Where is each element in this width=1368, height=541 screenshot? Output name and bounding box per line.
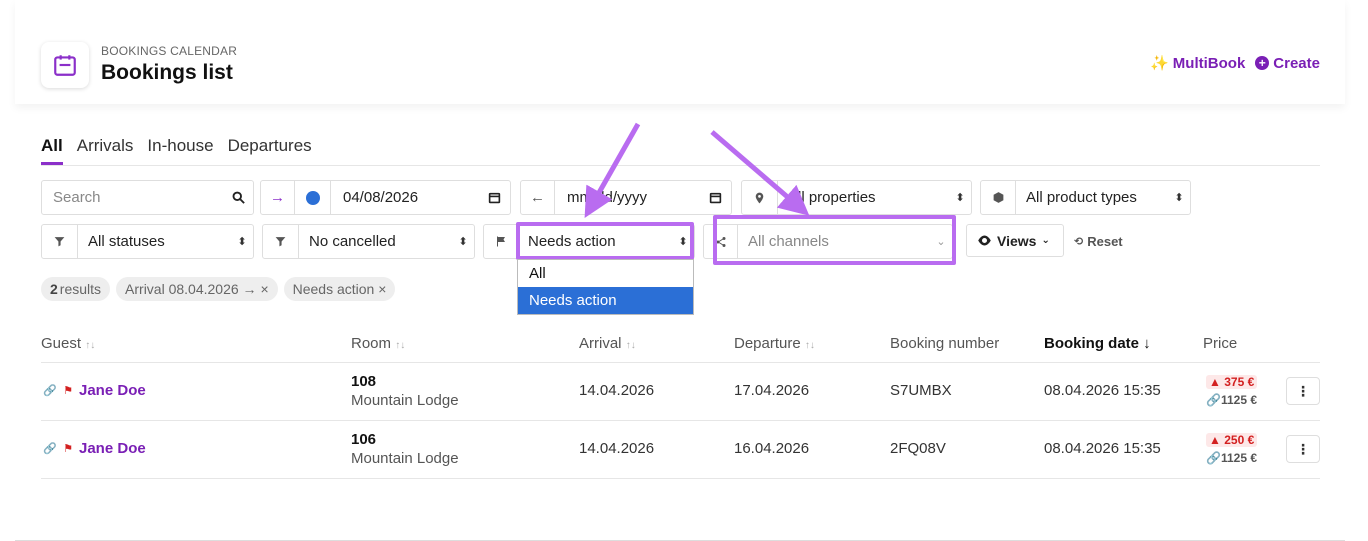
room-name: Mountain Lodge xyxy=(351,392,459,409)
arrow-to-channels xyxy=(710,130,810,216)
results-count-chip: 2 results xyxy=(41,277,111,301)
option-needs-action[interactable]: Needs action xyxy=(518,287,693,314)
guest-name-link[interactable]: Jane Doe xyxy=(79,382,146,399)
price-total: 🔗1125 € xyxy=(1206,451,1257,465)
column-header-room[interactable]: Room ↑↓ xyxy=(351,335,405,352)
arrival-filter-chip[interactable]: Arrival 08.04.2026 → × xyxy=(116,277,278,301)
column-header-price[interactable]: Price xyxy=(1203,335,1237,352)
departure-date: 16.04.2026 xyxy=(734,440,810,457)
row-divider xyxy=(41,478,1320,479)
row-divider xyxy=(41,420,1320,421)
booking-number: 2FQ08V xyxy=(890,440,946,457)
price-total: 🔗1125 € xyxy=(1206,393,1257,407)
flag-icon: ⚑ xyxy=(63,443,73,455)
booking-number: S7UMBX xyxy=(890,382,952,399)
guest-name-link[interactable]: Jane Doe xyxy=(79,440,146,457)
room-name: Mountain Lodge xyxy=(351,450,459,467)
column-header-arrival[interactable]: Arrival ↑↓ xyxy=(579,335,636,352)
departure-date: 17.04.2026 xyxy=(734,382,810,399)
link-icon: 🔗 xyxy=(43,385,57,397)
link-icon: 🔗 xyxy=(43,443,57,455)
flag-icon: ⚑ xyxy=(63,385,73,397)
active-filter-chips: 2 results Arrival 08.04.2026 → × Needs ac… xyxy=(41,277,396,301)
booking-date: 08.04.2026 15:35 xyxy=(1044,440,1161,457)
booking-date: 08.04.2026 15:35 xyxy=(1044,382,1161,399)
room-number: 106 xyxy=(351,431,377,448)
arrow-to-action xyxy=(584,122,641,219)
arrival-date: 14.04.2026 xyxy=(579,382,655,399)
action-filter-chip[interactable]: Needs action × xyxy=(283,277,396,301)
amount-due-badge: ▲ 375 € xyxy=(1206,375,1258,389)
column-header-guest[interactable]: Guest ↑↓ xyxy=(41,335,95,352)
amount-due-badge: ▲ 250 € xyxy=(1206,433,1258,447)
column-header-booking-number[interactable]: Booking number xyxy=(890,335,999,352)
room-number: 108 xyxy=(351,373,377,390)
option-all[interactable]: All xyxy=(518,260,693,287)
arrival-date: 14.04.2026 xyxy=(579,440,655,457)
row-actions-menu-icon[interactable]: ⋮ xyxy=(1286,435,1320,463)
row-divider xyxy=(41,362,1320,363)
row-actions-menu-icon[interactable]: ⋮ xyxy=(1286,377,1320,405)
column-header-booking-date[interactable]: Booking date ↓ xyxy=(1044,335,1151,352)
action-dropdown-list: All Needs action xyxy=(517,259,694,315)
column-header-departure[interactable]: Departure ↑↓ xyxy=(734,335,815,352)
